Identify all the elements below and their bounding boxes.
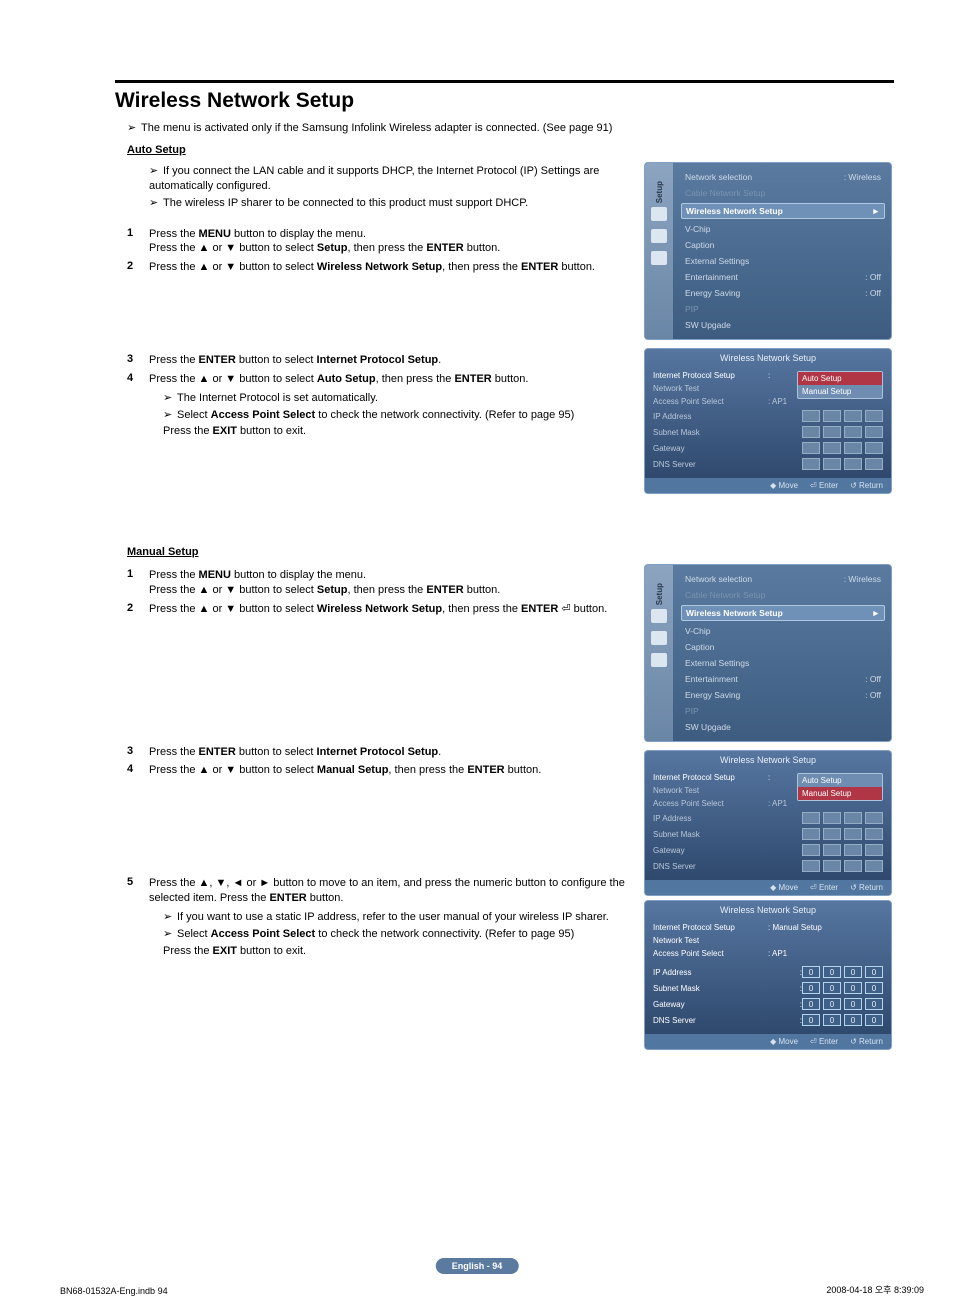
intro-note: ➢The menu is activated only if the Samsu… [127,121,894,134]
manual-sub-a: ➢If you want to use a static IP address,… [163,910,634,925]
sidebar-label: Setup [655,181,664,203]
auto-exit: Press the EXIT button to exit. [163,424,634,439]
dropdown-manual: Auto Setup Manual Setup [797,773,883,801]
auto-step-1: 1 Press the MENU button to display the m… [127,227,634,257]
manual-sub-b: ➢Select Access Point Select to check the… [163,927,634,942]
dish-icon [651,631,667,645]
osd-wns-panel-manual-dd: Wireless Network Setup Internet Protocol… [644,750,892,896]
page-title: Wireless Network Setup [115,80,894,113]
auto-sub-a: ➢The Internet Protocol is set automatica… [163,391,634,406]
dropdown-auto: Auto Setup Manual Setup [797,371,883,399]
auto-bullet-2: ➢The wireless IP sharer to be connected … [149,196,634,211]
manual-step-1: 1 Press the MENU button to display the m… [127,568,634,598]
manual-step-4: 4 Press the ▲ or ▼ button to select Manu… [127,763,634,778]
page-badge: English - 94 [436,1258,519,1274]
manual-step-2: 2 Press the ▲ or ▼ button to select Wire… [127,602,634,617]
osd-setup-menu-1: Setup Network selection: Wireless Cable … [644,162,892,340]
auto-setup-heading: Auto Setup [127,144,894,156]
auto-sub-b: ➢Select Access Point Select to check the… [163,408,634,423]
auto-bullet-1: ➢If you connect the LAN cable and it sup… [149,164,634,194]
gear-icon [651,609,667,623]
manual-step-3: 3 Press the ENTER button to select Inter… [127,745,634,760]
osd-wns-panel-manual-entry: Wireless Network Setup Internet Protocol… [644,900,892,1050]
auto-step-4: 4 Press the ▲ or ▼ button to select Auto… [127,372,634,387]
footer-right: 2008-04-18 오후 8:39:09 [826,1283,924,1296]
osd-setup-menu-2: Setup Network selection: Wireless Cable … [644,564,892,742]
auto-step-3: 3 Press the ENTER button to select Inter… [127,353,634,368]
dish-icon [651,229,667,243]
manual-setup-heading: Manual Setup [127,546,894,558]
osd-wns-panel-auto: Wireless Network Setup Internet Protocol… [644,348,892,494]
input-icon [651,251,667,265]
gear-icon [651,207,667,221]
manual-step-5: 5 Press the ▲, ▼, ◄ or ► button to move … [127,876,634,906]
auto-step-2: 2 Press the ▲ or ▼ button to select Wire… [127,260,634,275]
footer-left: BN68-01532A-Eng.indb 94 [60,1286,168,1296]
input-icon [651,653,667,667]
manual-exit: Press the EXIT button to exit. [163,944,634,959]
